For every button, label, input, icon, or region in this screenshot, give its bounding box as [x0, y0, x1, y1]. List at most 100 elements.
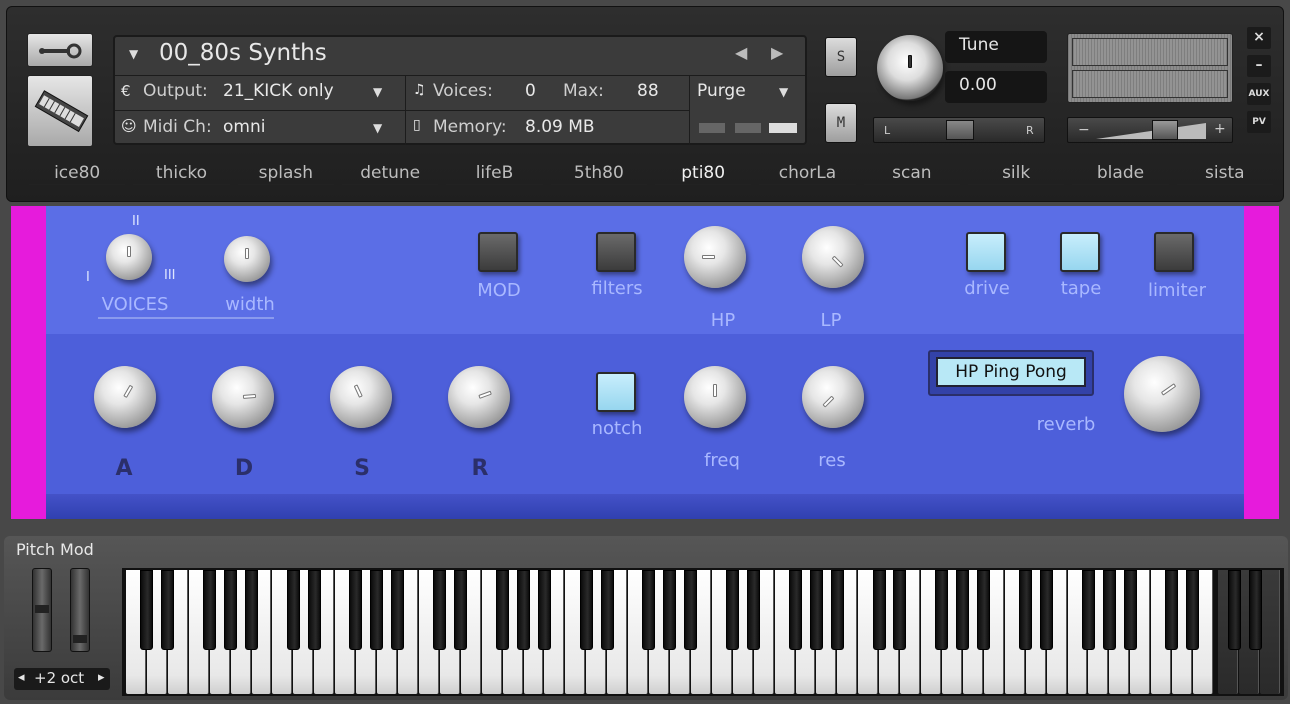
release-knob[interactable] [448, 366, 510, 428]
tune-value[interactable]: 0.00 [945, 71, 1047, 103]
black-key[interactable] [1123, 570, 1137, 650]
collapse-arrow-icon[interactable]: ▼ [129, 47, 138, 61]
black-key[interactable] [893, 570, 907, 650]
black-key[interactable] [370, 570, 384, 650]
mod-wheel[interactable] [70, 568, 90, 652]
tab-pti80[interactable]: pti80 [651, 163, 755, 185]
midi-value[interactable]: omni [223, 117, 265, 137]
purge-dropdown-icon[interactable]: ▼ [779, 85, 788, 99]
tab-sista[interactable]: sista [1173, 163, 1277, 185]
black-key[interactable] [244, 570, 258, 650]
tab-chorLa[interactable]: chorLa [755, 163, 859, 185]
tab-5th80[interactable]: 5th80 [547, 163, 651, 185]
purge-label[interactable]: Purge [697, 81, 746, 101]
black-key[interactable] [454, 570, 468, 650]
output-value[interactable]: 21_KICK only [223, 81, 334, 101]
tab-silk[interactable]: silk [964, 163, 1068, 185]
voices-knob[interactable] [106, 234, 152, 280]
black-key[interactable] [684, 570, 698, 650]
midi-dropdown-icon[interactable]: ▼ [373, 121, 382, 135]
aux-button[interactable]: AUX [1247, 83, 1271, 105]
tab-splash[interactable]: splash [234, 163, 338, 185]
black-key[interactable] [1039, 570, 1053, 650]
drive-toggle[interactable] [966, 232, 1006, 272]
black-key[interactable] [161, 570, 175, 650]
delay-mode-display[interactable]: HP Ping Pong [928, 350, 1094, 396]
black-key[interactable] [788, 570, 802, 650]
instrument-name[interactable]: 00_80s Synths [159, 40, 327, 66]
pan-handle[interactable] [946, 120, 974, 140]
tune-knob[interactable] [877, 35, 943, 101]
volume-slider[interactable]: − + [1067, 117, 1233, 143]
tab-scan[interactable]: scan [860, 163, 964, 185]
black-key[interactable] [935, 570, 949, 650]
instrument-icon-button[interactable] [27, 75, 93, 147]
pitch-wheel[interactable] [32, 568, 52, 652]
pan-slider[interactable]: L R [873, 117, 1045, 143]
sustain-knob[interactable] [330, 366, 392, 428]
pv-button[interactable]: PV [1247, 111, 1271, 133]
black-key[interactable] [1102, 570, 1116, 650]
black-key[interactable] [1249, 570, 1263, 650]
freq-knob[interactable] [684, 366, 746, 428]
piano-keyboard [122, 568, 1284, 696]
tab-detune[interactable]: detune [338, 163, 442, 185]
black-key[interactable] [433, 570, 447, 650]
black-key[interactable] [726, 570, 740, 650]
mod-toggle[interactable] [478, 232, 518, 272]
solo-button[interactable]: S [825, 37, 857, 77]
tab-thicko[interactable]: thicko [129, 163, 233, 185]
limiter-toggle[interactable] [1154, 232, 1194, 272]
black-key[interactable] [809, 570, 823, 650]
black-key[interactable] [495, 570, 509, 650]
tab-ice80[interactable]: ice80 [25, 163, 129, 185]
black-key[interactable] [1165, 570, 1179, 650]
black-key[interactable] [202, 570, 216, 650]
black-key[interactable] [516, 570, 530, 650]
black-key[interactable] [223, 570, 237, 650]
black-key[interactable] [349, 570, 363, 650]
black-key[interactable] [642, 570, 656, 650]
black-key[interactable] [977, 570, 991, 650]
hp-knob[interactable] [684, 226, 746, 288]
notch-toggle[interactable] [596, 372, 636, 412]
minimize-button[interactable]: – [1247, 55, 1271, 77]
tab-lifeB[interactable]: lifeB [442, 163, 546, 185]
width-knob[interactable] [224, 236, 270, 282]
decay-knob[interactable] [212, 366, 274, 428]
black-key[interactable] [286, 570, 300, 650]
wrench-button[interactable] [27, 33, 93, 67]
reverb-knob[interactable] [1124, 356, 1200, 432]
attack-knob[interactable] [94, 366, 156, 428]
octave-down-icon[interactable]: ◂ [18, 670, 25, 685]
next-instrument-icon[interactable]: ▶ [771, 43, 783, 62]
octave-selector[interactable]: ◂ +2 oct ▸ [14, 668, 110, 690]
black-key[interactable] [140, 570, 154, 650]
tape-toggle[interactable] [1060, 232, 1100, 272]
black-key[interactable] [537, 570, 551, 650]
black-key[interactable] [391, 570, 405, 650]
res-knob[interactable] [802, 366, 864, 428]
black-key[interactable] [830, 570, 844, 650]
black-key[interactable] [1081, 570, 1095, 650]
black-key[interactable] [1186, 570, 1200, 650]
filters-toggle[interactable] [596, 232, 636, 272]
black-key[interactable] [663, 570, 677, 650]
prev-instrument-icon[interactable]: ◀ [735, 43, 747, 62]
close-button[interactable]: × [1247, 27, 1271, 49]
black-key[interactable] [746, 570, 760, 650]
black-key[interactable] [579, 570, 593, 650]
black-key[interactable] [872, 570, 886, 650]
tab-blade[interactable]: blade [1068, 163, 1172, 185]
black-key[interactable] [956, 570, 970, 650]
black-key[interactable] [1018, 570, 1032, 650]
black-key[interactable] [600, 570, 614, 650]
octave-up-icon[interactable]: ▸ [98, 670, 105, 685]
black-key[interactable] [307, 570, 321, 650]
mute-button[interactable]: M [825, 103, 857, 143]
black-key[interactable] [1228, 570, 1242, 650]
volume-handle[interactable] [1152, 120, 1178, 140]
max-voices-value[interactable]: 88 [637, 81, 659, 101]
lp-knob[interactable] [802, 226, 864, 288]
output-dropdown-icon[interactable]: ▼ [373, 85, 382, 99]
